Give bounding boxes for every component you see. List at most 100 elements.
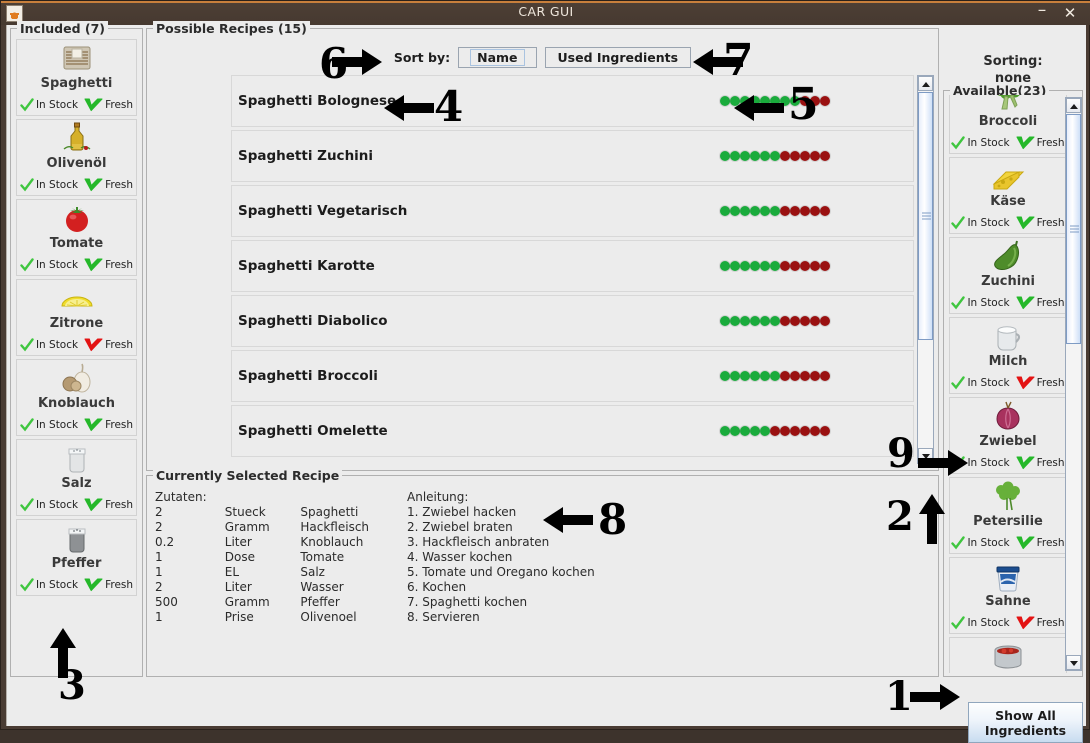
recipe-row[interactable]: Spaghetti Diabolico — [231, 295, 914, 347]
recipe-ingredient-row: 2 Liter Wasser — [155, 580, 407, 595]
in-stock-check-icon — [20, 98, 34, 112]
ingredient-flags: In Stock Fresh — [17, 258, 136, 272]
ingredient-unit: EL — [224, 565, 240, 579]
recipe-row[interactable]: Spaghetti Bolognese — [231, 75, 914, 127]
available-panel: Available(23) Broccoli In Stock Fresh Käse I… — [943, 83, 1083, 677]
in-stock-label: In Stock — [35, 179, 79, 191]
sort-bar: Sort by: Name Used Ingredients — [147, 45, 938, 69]
ingredient-name: Hackfleisch — [300, 520, 370, 534]
in-stock-label: In Stock — [35, 339, 79, 351]
ingredient-card[interactable]: Zuchini In Stock Fresh — [949, 237, 1067, 314]
ingredient-name: Tomate — [300, 550, 345, 564]
recipe-row[interactable]: Spaghetti Omelette — [231, 405, 914, 457]
show-all-ingredients-button[interactable]: Show All Ingredients — [968, 702, 1083, 743]
used-ingredient-dot — [750, 426, 760, 436]
recipe-name: Spaghetti Omelette — [238, 423, 388, 439]
used-ingredient-dot — [760, 371, 770, 381]
ingredient-card[interactable]: Käse In Stock Fresh — [949, 157, 1067, 234]
broccoli-icon — [986, 95, 1030, 112]
close-button[interactable]: ✕ — [1061, 5, 1079, 23]
missing-ingredient-dot — [810, 151, 820, 161]
recipe-row[interactable]: Spaghetti Zuchini — [231, 130, 914, 182]
missing-ingredient-dot — [820, 371, 830, 381]
in-stock-check-icon — [951, 616, 966, 630]
used-ingredient-dot — [730, 261, 740, 271]
ingredient-name: Wasser — [300, 580, 344, 594]
ingredient-card[interactable] — [949, 637, 1067, 673]
ingredient-card[interactable]: Petersilie In Stock Fresh — [949, 477, 1067, 554]
ingredient-dot-meter — [720, 371, 830, 381]
scroll-up-icon[interactable] — [918, 76, 933, 91]
used-ingredient-dot — [770, 151, 780, 161]
available-scroll-down-icon[interactable] — [1066, 655, 1081, 670]
missing-ingredient-dot — [810, 426, 820, 436]
show-all-line1: Show All — [995, 707, 1056, 723]
ingredient-card[interactable]: Sahne In Stock Fresh — [949, 557, 1067, 634]
recipe-list[interactable]: Spaghetti Bolognese Spaghetti Zuchini Spag… — [231, 75, 914, 464]
app-window: CAR GUI – ✕ Included (7) Spaghetti In Sto… — [0, 0, 1090, 743]
available-scrollbar-thumb[interactable] — [1066, 114, 1081, 344]
instruction-step: 3. Hackfleisch anbraten — [407, 535, 550, 549]
ingredient-flags: In Stock Fresh — [17, 98, 136, 112]
ingredient-flags: In Stock Fresh — [17, 178, 136, 192]
recipe-scrollbar-thumb[interactable] — [918, 92, 933, 340]
ingredient-card[interactable]: Zitrone In Stock Fresh — [16, 279, 137, 356]
ingredient-name: Milch — [988, 354, 1028, 369]
included-panel-title: Included (7) — [17, 21, 108, 36]
included-ingredient-list[interactable]: Spaghetti In Stock Fresh Olivenöl In Stock Fr… — [16, 39, 137, 673]
missing-ingredient-dot — [780, 316, 790, 326]
recipe-row[interactable]: Spaghetti Karotte — [231, 240, 914, 292]
ingredient-card[interactable]: Spaghetti In Stock Fresh — [16, 39, 137, 116]
in-stock-check-icon — [951, 216, 966, 230]
fresh-check-icon — [84, 98, 103, 112]
ingredient-name: Olivenoel — [300, 610, 357, 624]
sorting-label-line1: Sorting: — [983, 54, 1043, 69]
ingredient-card[interactable]: Broccoli In Stock Fresh — [949, 95, 1067, 154]
ingredient-card[interactable]: Olivenöl In Stock Fresh — [16, 119, 137, 196]
used-ingredient-dot — [770, 261, 780, 271]
available-list-scrollbar[interactable] — [1065, 97, 1082, 671]
sort-by-name-button[interactable]: Name — [458, 46, 537, 68]
missing-ingredient-dot — [820, 316, 830, 326]
recipe-row[interactable]: Spaghetti Broccoli — [231, 350, 914, 402]
recipe-list-scrollbar[interactable] — [917, 75, 934, 464]
available-ingredient-list[interactable]: Broccoli In Stock Fresh Käse In Stock Fresh Zu… — [949, 95, 1067, 673]
missing-ingredient-dot — [800, 151, 810, 161]
ingredient-card[interactable]: Knoblauch In Stock Fresh — [16, 359, 137, 436]
ingredient-unit: Gramm — [224, 520, 270, 534]
in-stock-label: In Stock — [967, 537, 1010, 549]
sort-by-used-ingredients-button[interactable]: Used Ingredients — [544, 46, 692, 68]
used-ingredient-dot — [720, 371, 730, 381]
lemon-half-icon — [55, 282, 99, 314]
ingredient-card[interactable]: Salz In Stock Fresh — [16, 439, 137, 516]
used-ingredient-dot — [720, 151, 730, 161]
instruction-step: 8. Servieren — [407, 610, 480, 624]
recipe-ingredient-row: 2 Gramm Hackfleisch — [155, 520, 407, 535]
missing-ingredient-dot — [810, 371, 820, 381]
scroll-down-icon[interactable] — [918, 448, 933, 463]
ingredient-card[interactable]: Zwiebel In Stock Fresh — [949, 397, 1067, 474]
ingredient-quantity: 500 — [155, 595, 178, 609]
in-stock-label: In Stock — [967, 377, 1010, 389]
missing-ingredient-dot — [770, 426, 780, 436]
ingredient-card[interactable]: Pfeffer In Stock Fresh — [16, 519, 137, 596]
available-scroll-up-icon[interactable] — [1066, 98, 1081, 113]
fresh-label: Fresh — [105, 179, 134, 191]
ingredient-quantity: 2 — [155, 520, 163, 534]
fresh-check-icon — [84, 418, 103, 432]
fresh-label: Fresh — [1036, 537, 1065, 549]
recipe-ingredient-row: 500 Gramm Pfeffer — [155, 595, 407, 610]
used-ingredient-dot — [740, 96, 750, 106]
instruction-step: 6. Kochen — [407, 580, 467, 594]
ingredient-card[interactable]: Tomate In Stock Fresh — [16, 199, 137, 276]
spaghetti-pack-icon — [55, 42, 99, 74]
ingredient-unit: Liter — [224, 580, 252, 594]
used-ingredient-dot — [780, 96, 790, 106]
recipe-row[interactable]: Spaghetti Vegetarisch — [231, 185, 914, 237]
ingredient-card[interactable]: Milch In Stock Fresh — [949, 317, 1067, 394]
ingredient-quantity: 2 — [155, 505, 163, 519]
used-ingredient-dot — [760, 96, 770, 106]
instruction-step: 1. Zwiebel hacken — [407, 505, 517, 519]
minimize-button[interactable]: – — [1033, 2, 1051, 23]
scrollbar-grip-icon — [922, 212, 931, 220]
